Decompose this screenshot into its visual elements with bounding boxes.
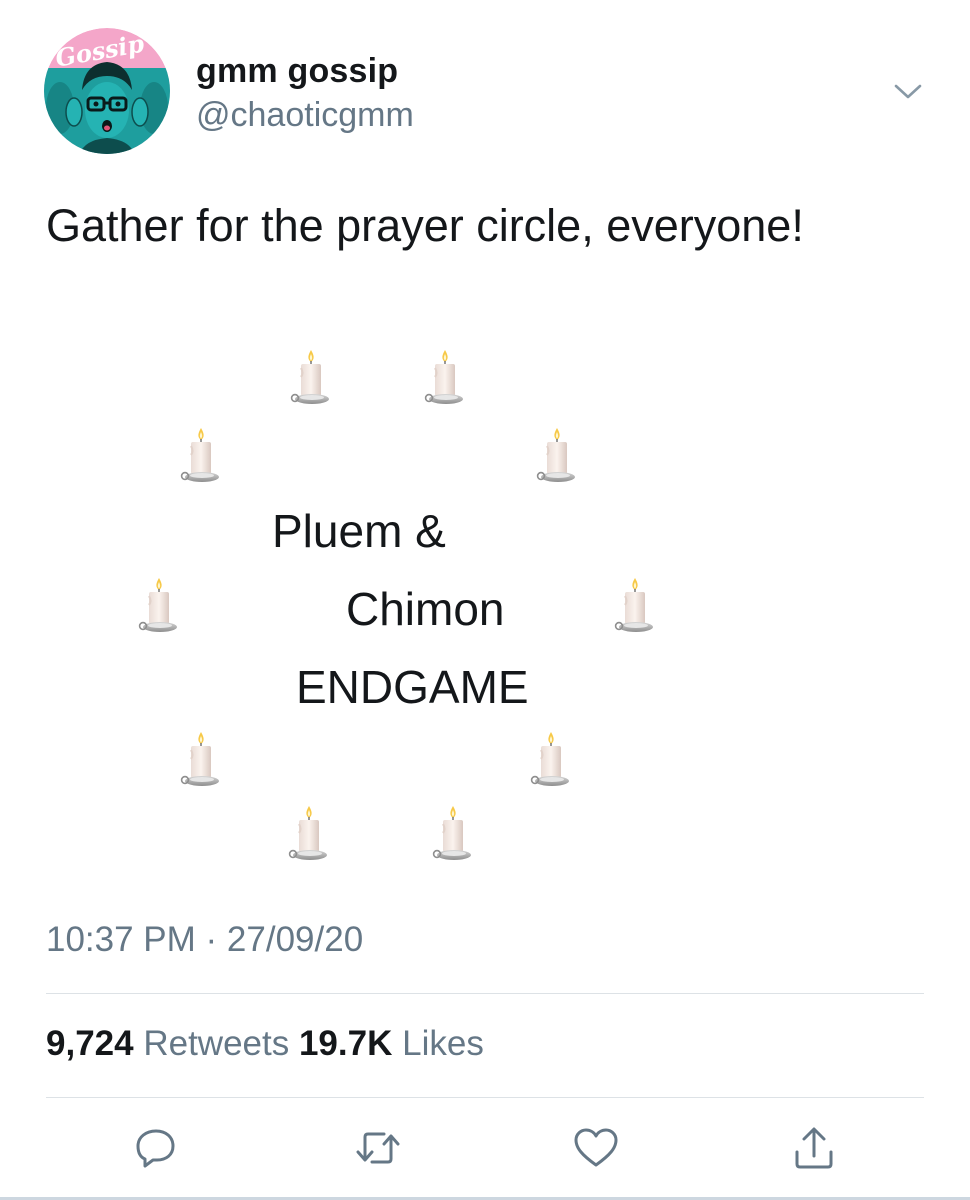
candle-icon	[424, 348, 466, 408]
retweet-icon	[356, 1132, 400, 1164]
candle-icon	[432, 804, 474, 864]
retweet-button[interactable]	[352, 1122, 404, 1174]
tweet-stats: 9,724 Retweets 19.7K Likes	[46, 1024, 484, 1064]
avatar-image: Gossip	[44, 28, 170, 154]
share-icon	[795, 1127, 833, 1169]
divider	[46, 1097, 924, 1098]
reply-icon	[136, 1129, 175, 1168]
likes-count: 19.7K	[298, 1024, 393, 1063]
user-handle[interactable]: @chaoticgmm	[196, 96, 414, 135]
candle-icon	[290, 348, 332, 408]
tweet-timestamp[interactable]: 10:37 PM · 27/09/20	[46, 920, 363, 960]
reply-button[interactable]	[130, 1122, 182, 1174]
candle-icon	[530, 730, 572, 790]
likes-stat[interactable]: 19.7K Likes	[299, 1024, 484, 1063]
circle-line-3: ENDGAME	[296, 661, 529, 713]
candle-icon	[180, 730, 222, 790]
retweets-stat[interactable]: 9,724 Retweets	[46, 1024, 299, 1063]
divider	[46, 993, 924, 994]
likes-label: Likes	[402, 1024, 484, 1063]
circle-line-2: Chimon	[346, 583, 505, 635]
candle-icon	[614, 576, 656, 636]
avatar[interactable]: Gossip	[44, 28, 170, 154]
candle-icon	[138, 576, 180, 636]
tweet-text: Gather for the prayer circle, everyone!	[46, 200, 804, 251]
candle-icon	[180, 426, 222, 486]
like-icon	[574, 1128, 618, 1167]
retweets-label: Retweets	[143, 1024, 290, 1063]
candle-icon	[536, 426, 578, 486]
like-button[interactable]	[570, 1122, 622, 1174]
chevron-down-icon[interactable]	[888, 76, 928, 108]
circle-line-1: Pluem &	[272, 505, 446, 557]
retweets-count: 9,724	[46, 1024, 134, 1063]
candle-icon	[288, 804, 330, 864]
share-button[interactable]	[788, 1122, 840, 1174]
display-name[interactable]: gmm gossip	[196, 52, 398, 91]
